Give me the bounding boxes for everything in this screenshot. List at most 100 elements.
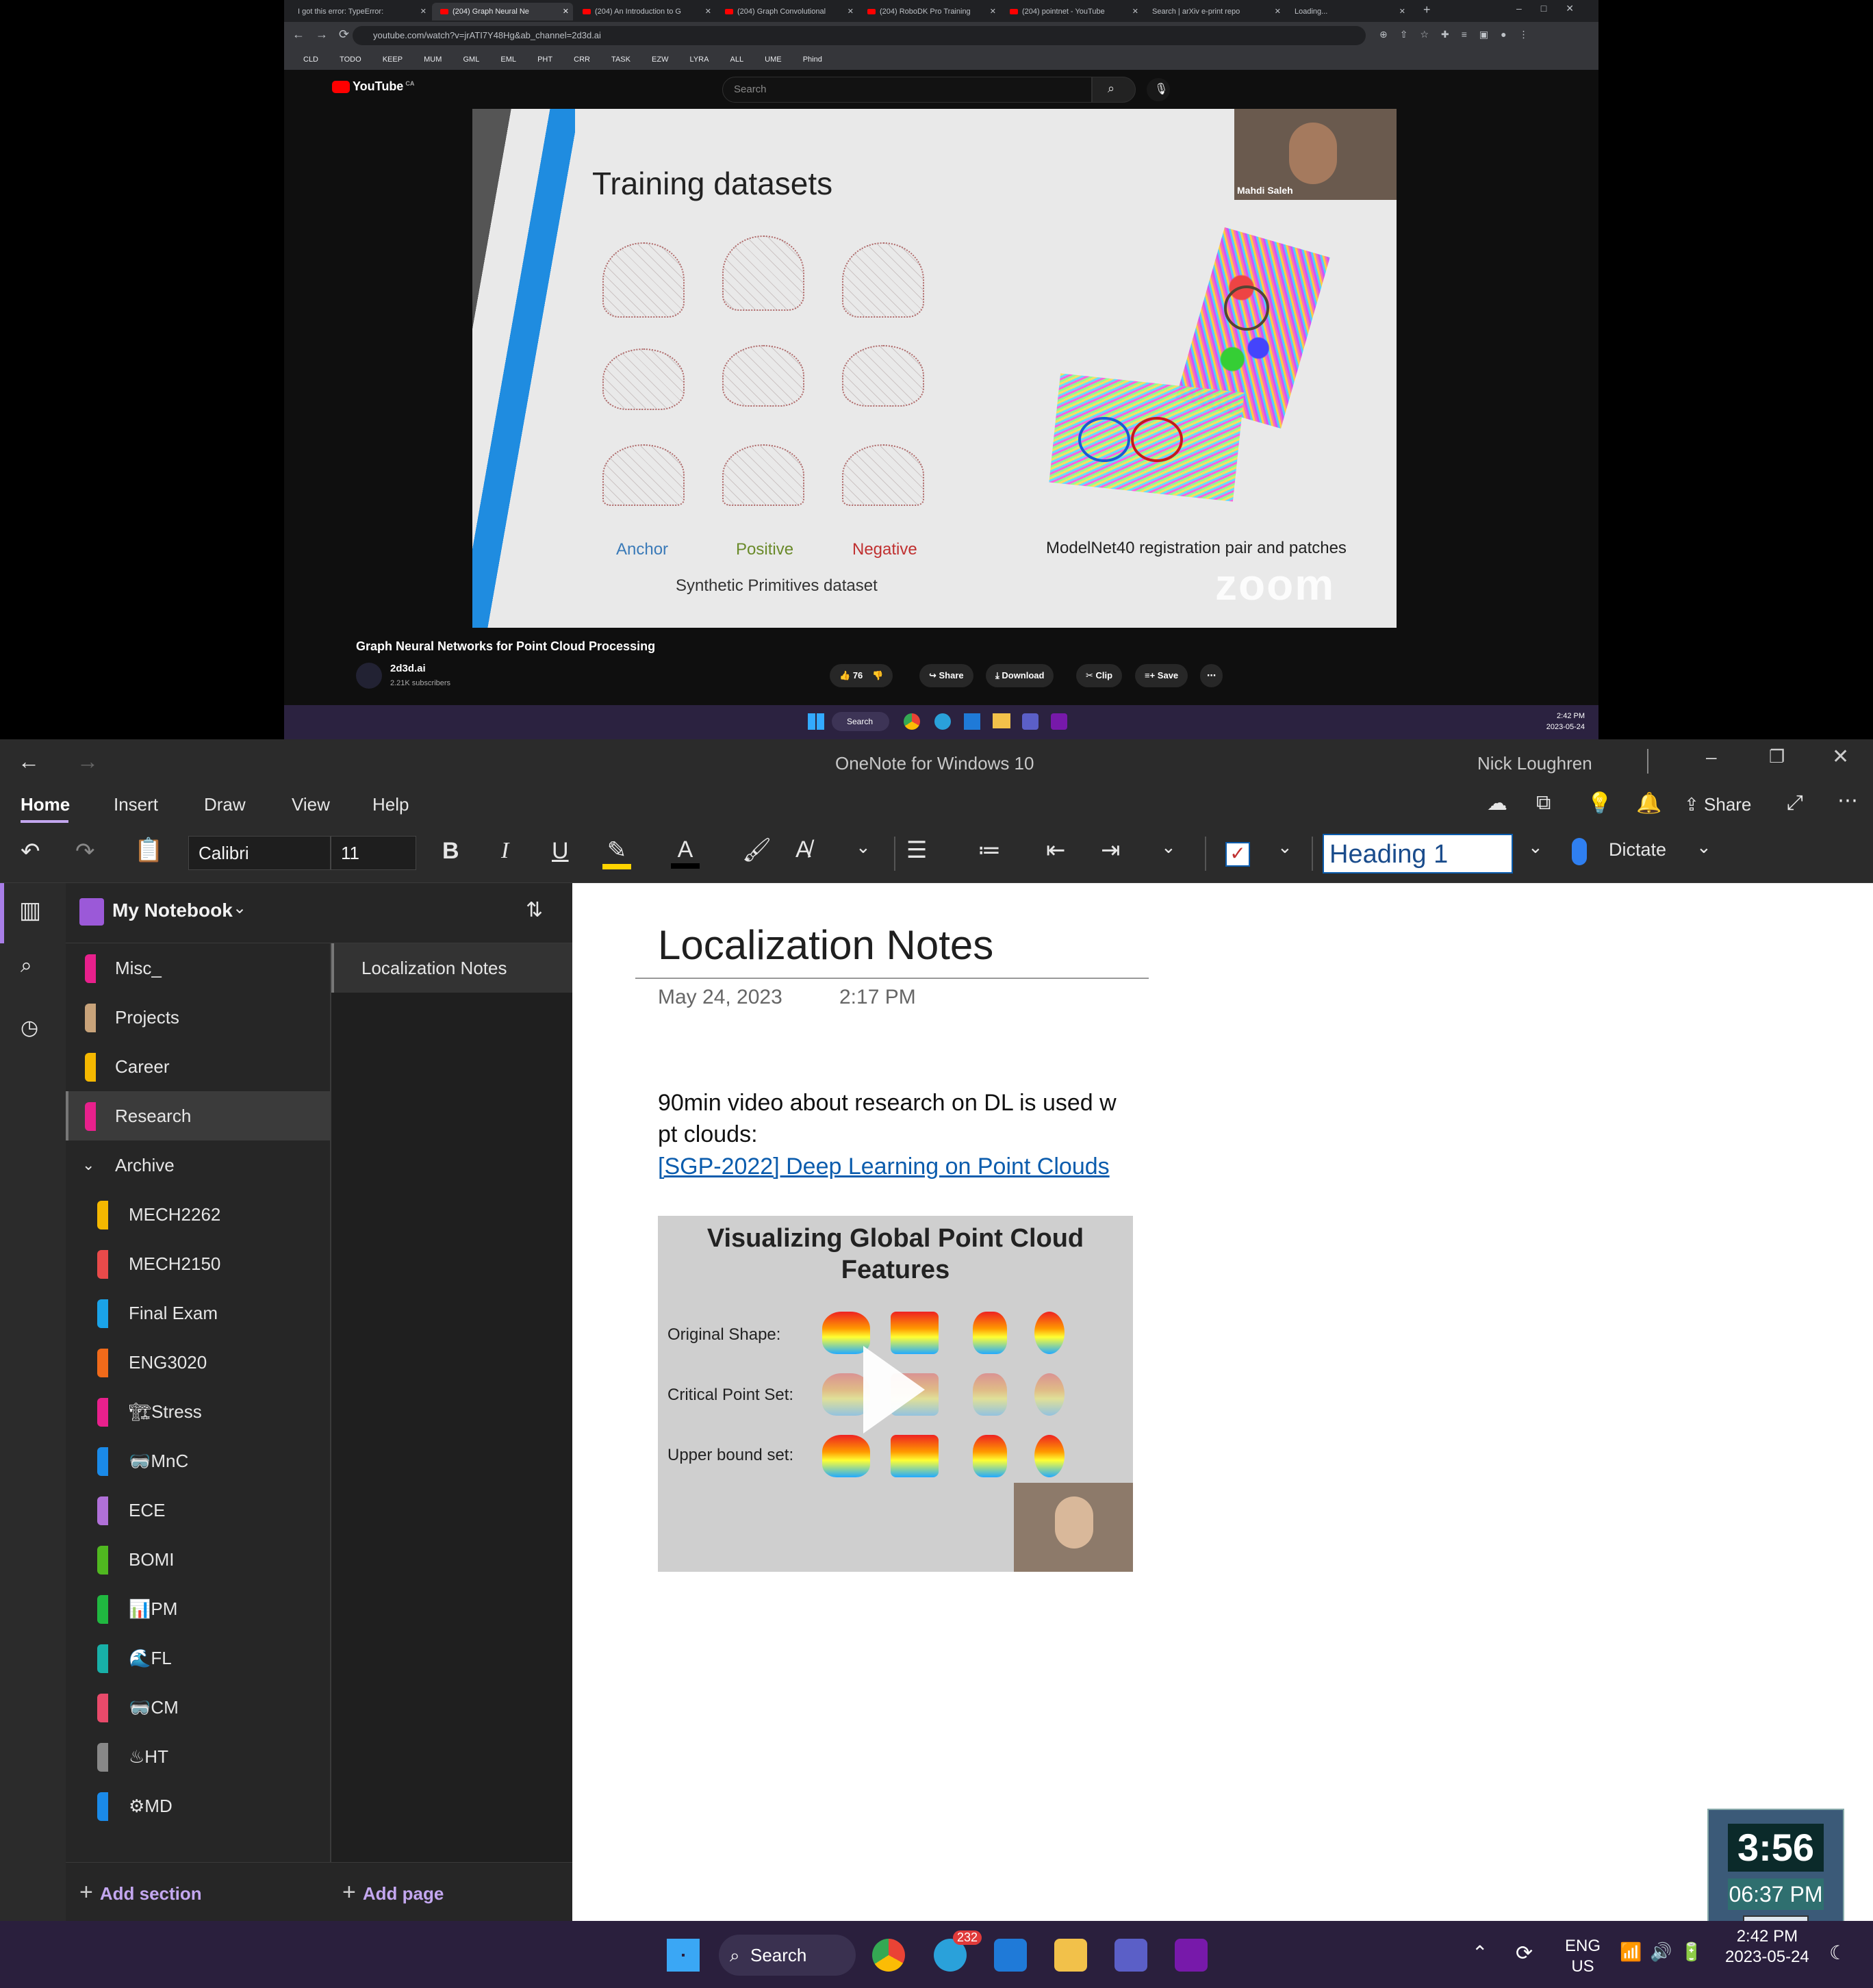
note-text[interactable]: 90min video about research on DL is used… bbox=[658, 1090, 1117, 1117]
back-arrow-icon[interactable]: ← bbox=[18, 749, 40, 774]
numbered-list-icon[interactable]: ≔ bbox=[978, 837, 1001, 864]
video-link[interactable]: [SGP-2022] Deep Learning on Point Clouds bbox=[658, 1154, 1110, 1180]
bookmark[interactable]: Phind bbox=[803, 49, 822, 70]
bookmark[interactable]: UME bbox=[765, 49, 781, 70]
sync-icon[interactable]: ⟳ bbox=[1516, 1941, 1533, 1965]
tab-draw[interactable]: Draw bbox=[204, 794, 246, 815]
font-color-icon[interactable]: A bbox=[671, 837, 700, 869]
decrease-indent-icon[interactable]: ⇤ bbox=[1046, 837, 1066, 864]
bookmark[interactable]: MUM bbox=[424, 49, 442, 70]
bookmark[interactable]: EZW bbox=[652, 49, 668, 70]
more-button[interactable]: ⋯ bbox=[1200, 664, 1223, 687]
notebook-header[interactable]: My Notebook ⌄ ⇅ bbox=[66, 883, 572, 943]
section-item[interactable]: 🌊FL bbox=[66, 1633, 330, 1683]
file-explorer-icon[interactable] bbox=[993, 713, 1010, 728]
chevron-down-icon[interactable]: ⌄ bbox=[1161, 837, 1176, 858]
fullscreen-icon[interactable]: ⤢ bbox=[1787, 791, 1803, 815]
taskbar-search[interactable]: Search bbox=[832, 712, 889, 731]
font-size-select[interactable]: 11 bbox=[331, 836, 416, 870]
section-item[interactable]: 📊PM bbox=[66, 1584, 330, 1633]
extension-icons[interactable]: ⊕⇧☆✚≡▣●⋮ bbox=[1379, 29, 1541, 40]
taskbar-search[interactable]: ⌕ Search bbox=[719, 1935, 856, 1976]
highlight-icon[interactable]: ✎ bbox=[602, 837, 631, 869]
focus-icon[interactable]: ☾ bbox=[1829, 1941, 1846, 1964]
chevron-down-icon[interactable]: ⌄ bbox=[1528, 837, 1543, 858]
close-icon[interactable]: ✕ bbox=[1399, 3, 1405, 21]
dictate-button[interactable]: Dictate bbox=[1609, 839, 1666, 861]
notebooks-icon[interactable]: ⧉ bbox=[1536, 791, 1551, 815]
play-icon[interactable] bbox=[863, 1346, 925, 1433]
bell-icon[interactable]: 🔔 bbox=[1636, 791, 1661, 815]
section-item[interactable]: 🥽CM bbox=[66, 1683, 330, 1732]
nav-buttons[interactable]: ←→⟳ bbox=[292, 27, 360, 42]
notebooks-library-icon[interactable]: ▥ bbox=[19, 897, 41, 924]
browser-tab[interactable]: (204) RoboDK Pro Training ✕ bbox=[859, 3, 1000, 21]
chevron-down-icon[interactable]: ⌄ bbox=[1277, 837, 1292, 858]
section-item[interactable]: Misc_ bbox=[66, 943, 330, 993]
browser-tab[interactable]: Search | arXiv e-print repo ✕ bbox=[1144, 3, 1285, 21]
telegram-icon[interactable] bbox=[934, 713, 951, 730]
font-family-select[interactable]: Calibri bbox=[188, 836, 331, 870]
bookmark[interactable]: LYRA bbox=[690, 49, 709, 70]
browser-tab[interactable]: I got this error: TypeError: ✕ bbox=[290, 3, 431, 21]
browser-tab-active[interactable]: (204) Graph Neural Ne ✕ bbox=[432, 3, 573, 21]
file-explorer-icon[interactable] bbox=[1054, 1939, 1087, 1972]
close-button[interactable]: ✕ bbox=[1832, 745, 1849, 769]
vscode-icon[interactable] bbox=[964, 713, 980, 730]
teams-icon[interactable] bbox=[1114, 1939, 1147, 1972]
page-item-selected[interactable]: Localization Notes bbox=[331, 943, 574, 993]
save-button[interactable]: ≡+ Save bbox=[1135, 664, 1188, 687]
bookmark[interactable]: CRR bbox=[574, 49, 590, 70]
lightbulb-icon[interactable]: 💡 bbox=[1587, 791, 1612, 815]
more-options-icon[interactable]: ⋯ bbox=[1837, 789, 1858, 813]
format-painter-icon[interactable]: 🖌 bbox=[742, 837, 772, 864]
browser-tab[interactable]: Loading... ✕ bbox=[1286, 3, 1410, 21]
bookmark[interactable]: ALL bbox=[730, 49, 744, 70]
section-item[interactable]: ⚙MD bbox=[66, 1781, 330, 1831]
channel-avatar[interactable] bbox=[356, 663, 382, 689]
search-button[interactable]: ⌕ bbox=[1092, 77, 1136, 103]
bookmark[interactable]: KEEP bbox=[383, 49, 403, 70]
forward-arrow-icon[interactable]: → bbox=[77, 749, 99, 774]
section-item[interactable]: ECE bbox=[66, 1486, 330, 1535]
user-name[interactable]: Nick Loughren bbox=[1477, 753, 1592, 774]
microphone-icon[interactable] bbox=[1572, 838, 1587, 865]
share-button[interactable]: ⇪ Share bbox=[1684, 794, 1751, 815]
note-text[interactable]: pt clouds: bbox=[658, 1121, 758, 1148]
chrome-icon[interactable] bbox=[904, 713, 920, 730]
minimize-button[interactable]: – bbox=[1706, 746, 1717, 768]
bullet-list-icon[interactable]: ☰ bbox=[906, 837, 927, 864]
section-item[interactable]: BOMI bbox=[66, 1535, 330, 1584]
todo-tag-icon[interactable]: ✓ bbox=[1225, 842, 1250, 867]
section-item[interactable]: Final Exam bbox=[66, 1288, 330, 1338]
tab-insert[interactable]: Insert bbox=[114, 794, 158, 815]
windows-start-icon[interactable] bbox=[667, 1939, 700, 1972]
close-icon[interactable]: ✕ bbox=[420, 3, 426, 21]
sync-status-icon[interactable]: ☁ bbox=[1487, 791, 1507, 815]
tab-view[interactable]: View bbox=[292, 794, 330, 815]
onenote-icon[interactable] bbox=[1175, 1939, 1208, 1972]
notebook-name[interactable]: My Notebook bbox=[112, 900, 233, 921]
bookmark[interactable]: EML bbox=[500, 49, 516, 70]
section-item[interactable]: ♨HT bbox=[66, 1732, 330, 1781]
close-icon[interactable]: ✕ bbox=[990, 3, 996, 21]
section-group-archive[interactable]: ⌄ Archive bbox=[66, 1140, 330, 1190]
section-item[interactable]: 🥽MnC bbox=[66, 1436, 330, 1486]
youtube-logo[interactable]: YouTube CA bbox=[332, 79, 414, 94]
bookmark[interactable]: PHT bbox=[537, 49, 552, 70]
browser-tab[interactable]: (204) pointnet - YouTube ✕ bbox=[1002, 3, 1143, 21]
underline-icon[interactable]: U bbox=[552, 838, 569, 865]
system-clock[interactable]: 2:42 PM 2023-05-24 bbox=[1725, 1926, 1809, 1967]
clipboard-icon[interactable]: 📋 bbox=[134, 837, 163, 864]
chevron-down-icon[interactable]: ⌄ bbox=[856, 837, 871, 858]
close-icon[interactable]: ✕ bbox=[705, 3, 711, 21]
bookmark[interactable]: GML bbox=[463, 49, 479, 70]
bookmark[interactable]: TODO bbox=[340, 49, 361, 70]
browser-tab[interactable]: (204) An Introduction to G ✕ bbox=[574, 3, 715, 21]
clear-formatting-icon[interactable]: A̸ bbox=[795, 837, 811, 863]
language-indicator[interactable]: ENG US bbox=[1565, 1936, 1601, 1977]
clip-button[interactable]: ✂ Clip bbox=[1076, 664, 1123, 687]
like-button[interactable]: 👍 76 👎 bbox=[830, 664, 893, 687]
window-controls[interactable]: –□✕ bbox=[1516, 3, 1593, 14]
section-item[interactable]: MECH2262 bbox=[66, 1190, 330, 1239]
